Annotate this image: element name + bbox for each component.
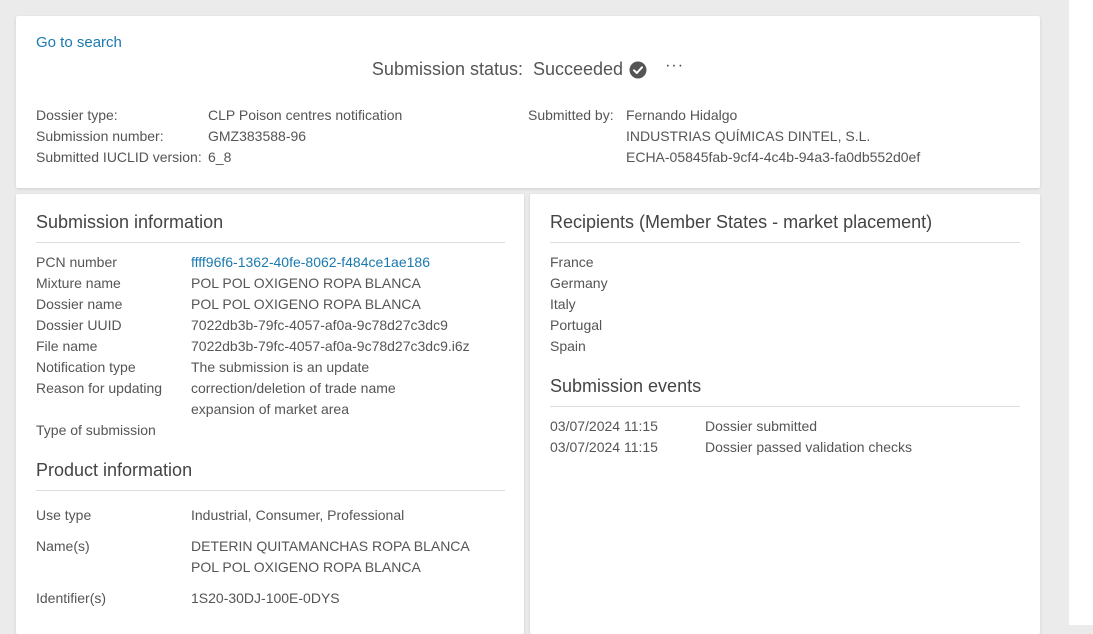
recipient-country: Germany (550, 275, 608, 291)
identifier-value: 1S20-30DJ-100E-0DYS (191, 590, 340, 606)
check-circle-icon (629, 61, 647, 79)
status-label: Submission status: (371, 59, 523, 79)
event-row: 03/07/2024 11:15 Dossier passed validatio… (550, 437, 912, 458)
event-row: 03/07/2024 11:15 Dossier submitted (550, 416, 912, 437)
recipients-title: Recipients (Member States - market place… (550, 212, 1020, 243)
use-type-label: Use type (36, 507, 92, 523)
dossier-uuid-label: Dossier UUID (36, 317, 122, 333)
event-text: Dossier passed validation checks (705, 439, 912, 455)
submission-number-label: Submission number: (36, 128, 164, 144)
dossier-details: Dossier type: CLP Poison centres notifica… (36, 105, 402, 168)
file-name-label: File name (36, 338, 98, 354)
product-information-list: Use type Industrial, Consumer, Profession… (36, 505, 470, 609)
page-gutter (1069, 0, 1093, 625)
recipient-country: France (550, 254, 594, 270)
dossier-type-label: Dossier type: (36, 107, 118, 123)
submitter-name: Fernando Hidalgo (626, 107, 738, 123)
iuclid-version-label: Submitted IUCLID version: (36, 149, 202, 165)
submitter-company: INDUSTRIAS QUÍMICAS DINTEL, S.L. (626, 128, 871, 144)
product-name: DETERIN QUITAMANCHAS ROPA BLANCA (191, 538, 470, 554)
notification-type-label: Notification type (36, 359, 136, 375)
type-of-submission-label: Type of submission (36, 422, 156, 438)
recipient-country: Portugal (550, 317, 603, 333)
submission-status: Submission status: Succeeded ··· (16, 57, 1040, 80)
dossier-type-value: CLP Poison centres notification (208, 107, 403, 123)
recipients-list: France Germany Italy Portugal Spain (550, 252, 608, 357)
recipient-country: Italy (550, 296, 576, 312)
pcn-number-label: PCN number (36, 254, 117, 270)
mixture-name-value: POL POL OXIGENO ROPA BLANCA (191, 275, 421, 291)
submission-events-title: Submission events (550, 376, 1020, 407)
event-time: 03/07/2024 11:15 (550, 418, 658, 434)
iuclid-version-value: 6_8 (208, 149, 232, 165)
pcn-number-link[interactable]: ffff96f6-1362-40fe-8062-f484ce1ae186 (191, 252, 430, 273)
submission-number-value: GMZ383588-96 (208, 128, 307, 144)
event-time: 03/07/2024 11:15 (550, 439, 658, 455)
recipients-card: Recipients (Member States - market place… (530, 194, 1040, 634)
use-type-value: Industrial, Consumer, Professional (191, 507, 405, 523)
submission-information-list: PCN number ffff96f6-1362-40fe-8062-f484ce… (36, 252, 470, 441)
submitted-by-label: Submitted by: (528, 107, 614, 123)
file-name-value: 7022db3b-79fc-4057-af0a-9c78d27c3dc9.i6z (191, 338, 470, 354)
submission-information-title: Submission information (36, 212, 505, 243)
go-to-search-link[interactable]: Go to search (36, 34, 122, 51)
names-label: Name(s) (36, 538, 90, 554)
submitter-id: ECHA-05845fab-9cf4-4c4b-94a3-fa0db552d0e… (626, 149, 921, 165)
identifiers-label: Identifier(s) (36, 590, 107, 606)
dossier-uuid-value: 7022db3b-79fc-4057-af0a-9c78d27c3dc9 (191, 317, 448, 333)
submission-events-list: 03/07/2024 11:15 Dossier submitted 03/07/… (550, 416, 912, 458)
notification-type-value: The submission is an update (191, 359, 370, 375)
submitted-by: Submitted by: Fernando Hidalgo INDUSTRIA… (528, 105, 920, 168)
recipient-country: Spain (550, 338, 586, 354)
status-value: Succeeded (533, 59, 624, 79)
reason-for-updating-label: Reason for updating (36, 380, 163, 396)
submission-header-card: Go to search Submission status: Succeede… (16, 16, 1040, 188)
reason-for-updating-value: correction/deletion of trade name (191, 380, 396, 396)
dossier-name-label: Dossier name (36, 296, 123, 312)
dossier-name-value: POL POL OXIGENO ROPA BLANCA (191, 296, 421, 312)
product-information-title: Product information (36, 460, 505, 491)
more-horizontal-icon[interactable]: ··· (665, 57, 684, 75)
submission-information-card: Submission information PCN number ffff96f… (16, 194, 524, 634)
product-name: POL POL OXIGENO ROPA BLANCA (191, 559, 421, 575)
event-text: Dossier submitted (705, 418, 818, 434)
reason-for-updating-value: expansion of market area (191, 401, 349, 417)
mixture-name-label: Mixture name (36, 275, 121, 291)
